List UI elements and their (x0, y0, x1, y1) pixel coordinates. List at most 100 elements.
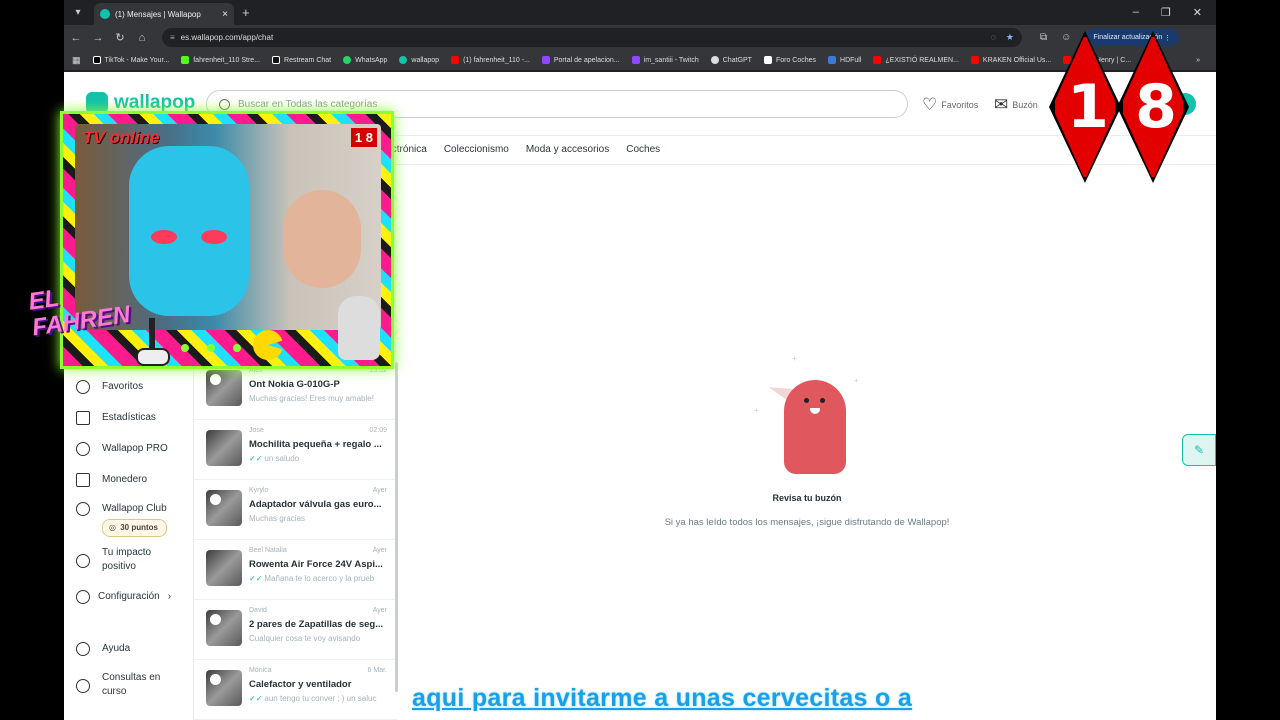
bookmark-item[interactable]: TikTok - Make Your... (92, 56, 169, 64)
club-icon (76, 502, 90, 516)
list-item[interactable]: David Ayer 2 pares de Zapatillas de seg.… (194, 600, 397, 660)
bookmark-item[interactable]: KRAKEN Official Us... (970, 56, 1051, 64)
joystick-icon (132, 316, 172, 368)
bookmark-item[interactable]: Restream Chat (272, 56, 331, 64)
reload-icon[interactable]: ↻ (110, 31, 130, 44)
item-thumbnail (206, 610, 242, 646)
conversation-scrollbar[interactable] (395, 362, 398, 692)
age-rating-badge: 1 8 (1049, 31, 1192, 183)
badge-check-icon (76, 442, 90, 456)
close-tab-icon[interactable]: × (222, 9, 228, 20)
address-row: ← → ↻ ⌂ ≡ es.wallapop.com/app/chat ◌ ★ ⧉… (64, 25, 1216, 50)
back-icon[interactable]: ← (66, 32, 86, 44)
category-link[interactable]: Coleccionismo (444, 144, 509, 155)
heart-icon: ♡ (922, 95, 938, 114)
sidebar-item-impacto[interactable]: Tu impacto positivo (76, 546, 172, 574)
category-link[interactable]: Moda y accesorios (526, 144, 609, 155)
empty-state-title: Revisa tu buzón (772, 493, 842, 503)
list-item[interactable]: Jose 02:09 Mochilita pequeña + regalo ..… (194, 420, 397, 480)
favoritos-link[interactable]: ♡ Favoritos (922, 95, 978, 115)
account-sidebar: Favoritos Estadísticas Wallapop PRO Mone… (64, 342, 194, 720)
mailbox-mascot-illustration (784, 380, 846, 474)
sidebar-item-consultas[interactable]: Consultas en curso (76, 671, 172, 699)
bookmark-item[interactable]: fahrenheit_110 Stre... (181, 56, 260, 64)
bookmark-item[interactable]: (1) fahrenheit_110 -... (451, 56, 530, 64)
sidebar-item-pro[interactable]: Wallapop PRO (76, 442, 168, 456)
reserved-icon (210, 614, 221, 625)
site-info-icon[interactable]: ≡ (170, 33, 175, 42)
restore-icon[interactable]: ❐ (1161, 6, 1171, 19)
reserved-icon (210, 374, 221, 385)
read-check-icon: ✓✓ (249, 574, 263, 583)
url-text: es.wallapop.com/app/chat (180, 33, 274, 42)
bookmark-item[interactable]: WhatsApp (343, 56, 387, 64)
help-icon (76, 642, 90, 656)
category-bar: lectrónica Coleccionismo Moda y accesori… (384, 144, 660, 155)
close-window-icon[interactable]: ✕ (1193, 6, 1202, 19)
extensions-icon[interactable]: ⧉ (1040, 32, 1047, 43)
heart-icon (76, 380, 90, 394)
tab-title: (1) Mensajes | Wallapop (115, 9, 201, 19)
item-thumbnail (206, 670, 242, 706)
sidebar-item-configuracion[interactable]: Configuración › (76, 590, 171, 604)
coin-icon: ◎ (109, 523, 116, 532)
bookmark-item[interactable]: Portal de apelacion... (541, 56, 620, 64)
bookmark-item[interactable]: wallapop (399, 56, 439, 64)
sidebar-item-monedero[interactable]: Monedero (76, 473, 147, 487)
conversation-list: Álex 13:02 Ont Nokia G-010G-P Muchas gra… (194, 360, 397, 720)
reserved-icon (210, 674, 221, 685)
feedback-chat-button[interactable]: ✎ (1182, 434, 1216, 466)
address-bar[interactable]: ≡ es.wallapop.com/app/chat ◌ ★ (162, 28, 1022, 47)
list-item[interactable]: Beel Natalia Ayer Rowenta Air Force 24V … (194, 540, 397, 600)
mail-icon: ✉ (994, 95, 1009, 114)
sidebar-item-estadisticas[interactable]: Estadísticas (76, 411, 156, 425)
search-placeholder: Buscar en Todas las categorías (238, 98, 378, 110)
tab-wallapop[interactable]: (1) Mensajes | Wallapop × (94, 3, 234, 25)
eye-off-icon[interactable]: ◌ (991, 32, 996, 43)
home-icon[interactable]: ⌂ (132, 32, 152, 44)
apps-icon[interactable]: ▦ (72, 55, 81, 66)
bookmarks-overflow-icon[interactable]: » (1196, 57, 1200, 64)
tab-search-icon[interactable]: ▾ (68, 7, 88, 18)
sidebar-item-favoritos[interactable]: Favoritos (76, 380, 143, 394)
bookmark-item[interactable]: ChatGPT (710, 56, 752, 64)
sidebar-item-ayuda[interactable]: Ayuda (76, 642, 130, 656)
item-thumbnail (206, 490, 242, 526)
reserved-icon (210, 494, 221, 505)
stream-caption: aqui para invitarme a unas cervecitas o … (412, 684, 913, 712)
gear-icon (76, 590, 90, 604)
globe-icon (76, 554, 90, 568)
bookmark-item[interactable]: HDFull (828, 56, 861, 64)
bookmark-star-icon[interactable]: ★ (1006, 32, 1014, 43)
bookmark-item[interactable]: ¿EXISTIÓ REALMEN... (873, 56, 959, 64)
item-thumbnail (206, 430, 242, 466)
sidebar-item-club[interactable]: Wallapop Club ◎ 30 puntos (76, 502, 167, 537)
age-badge-left: 1 (1052, 34, 1118, 180)
list-item[interactable]: Álex 13:02 Ont Nokia G-010G-P Muchas gra… (194, 360, 397, 420)
points-badge: ◎ 30 puntos (102, 519, 167, 537)
tv-online-label: TV online (83, 128, 160, 147)
pellet-icon (181, 344, 189, 352)
browser-chrome: ▾ (1) Mensajes | Wallapop × + – ❐ ✕ ← → … (64, 0, 1216, 72)
item-thumbnail (206, 550, 242, 586)
minimize-icon[interactable]: – (1133, 6, 1139, 19)
empty-state-subtitle: Si ya has leído todos los mensajes, ¡sig… (664, 517, 950, 528)
tab-strip: ▾ (1) Mensajes | Wallapop × + – ❐ ✕ (64, 0, 1216, 25)
sparkle-icon: + (792, 354, 797, 363)
forward-icon[interactable]: → (88, 32, 108, 44)
wallapop-favicon-icon (100, 9, 110, 19)
buzon-link[interactable]: ✉ Buzón (994, 95, 1038, 115)
wallet-icon (76, 473, 90, 487)
read-check-icon: ✓✓ (249, 454, 263, 463)
chevron-right-icon: › (167, 591, 172, 602)
new-tab-icon[interactable]: + (242, 5, 250, 20)
item-thumbnail (206, 370, 242, 406)
age-badge-right: 8 (1120, 34, 1186, 180)
bookmark-item[interactable]: Foro Coches (763, 56, 816, 64)
streamer-face (283, 190, 361, 288)
list-item[interactable]: Mónica 6 Mar. Calefactor y ventilador ✓✓… (194, 660, 397, 720)
list-item[interactable]: Kyrylo Ayer Adaptador válvula gas euro..… (194, 480, 397, 540)
bookmark-item[interactable]: im_santiii - Twitch (631, 56, 699, 64)
mask-figure (129, 146, 249, 316)
category-link[interactable]: Coches (626, 144, 660, 155)
